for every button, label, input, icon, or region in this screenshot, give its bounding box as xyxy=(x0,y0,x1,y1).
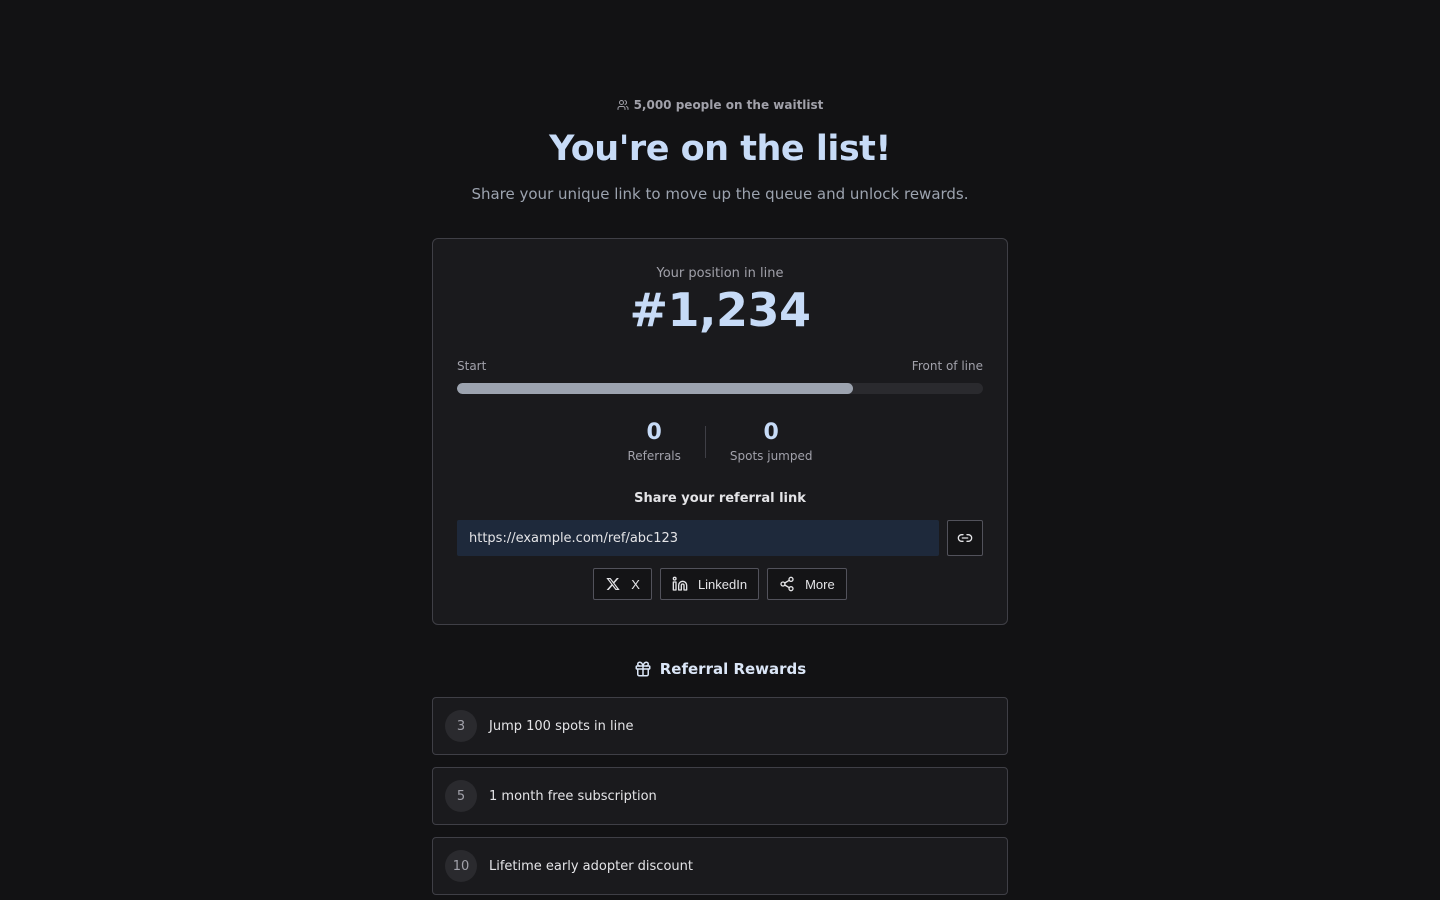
share-more-button[interactable]: More xyxy=(767,568,847,600)
waitlist-count: 5,000 people on the waitlist xyxy=(617,98,824,112)
spots-jumped-stat: 0 Spots jumped xyxy=(706,420,837,464)
progress-fill xyxy=(457,383,854,394)
waitlist-count-text: 5,000 people on the waitlist xyxy=(633,98,824,112)
reward-description: Jump 100 spots in line xyxy=(489,718,634,734)
linkedin-icon xyxy=(672,576,688,591)
position-number: #1,234 xyxy=(629,283,811,337)
position-card: Your position in line #1,234 Start Front… xyxy=(432,238,1008,625)
users-icon xyxy=(617,100,629,110)
spots-jumped-value: 0 xyxy=(763,420,779,445)
reward-item: 5 1 month free subscription xyxy=(432,767,1008,825)
share-linkedin-label: LinkedIn xyxy=(697,576,748,592)
reward-description: 1 month free subscription xyxy=(489,788,657,804)
referrals-value: 0 xyxy=(646,420,662,445)
gift-icon xyxy=(635,661,651,677)
link-icon xyxy=(957,534,973,542)
reward-count-badge: 3 xyxy=(445,710,477,742)
share-x-button[interactable]: X xyxy=(593,568,652,600)
referrals-stat: 0 Referrals xyxy=(604,420,705,464)
rewards-heading: Referral Rewards xyxy=(634,659,806,679)
progress-end-label: Front of line xyxy=(911,359,983,373)
page-title: You're on the list! xyxy=(549,129,891,169)
share-linkedin-button[interactable]: LinkedIn xyxy=(659,568,760,600)
copy-link-button[interactable] xyxy=(947,520,983,556)
stats-row: 0 Referrals 0 Spots jumped xyxy=(457,420,983,464)
reward-count-badge: 5 xyxy=(445,780,477,812)
reward-description: Lifetime early adopter discount xyxy=(489,858,693,874)
referral-link-row xyxy=(457,520,983,556)
share-heading: Share your referral link xyxy=(634,491,806,506)
referrals-label: Referrals xyxy=(627,449,681,463)
share-x-label: X xyxy=(631,576,640,592)
page-subtitle: Share your unique link to move up the qu… xyxy=(471,185,969,203)
progress-labels: Start Front of line xyxy=(457,359,983,373)
social-share-row: X LinkedIn More xyxy=(457,568,983,600)
reward-count-badge: 10 xyxy=(445,850,477,882)
rewards-list: 3 Jump 100 spots in line 5 1 month free … xyxy=(432,697,1008,900)
share-more-label: More xyxy=(805,576,835,592)
page: 5,000 people on the waitlist You're on t… xyxy=(0,0,1440,900)
referral-link-input[interactable] xyxy=(457,520,939,556)
progress-start-label: Start xyxy=(457,359,487,373)
x-logo-icon xyxy=(606,578,620,590)
reward-item: 3 Jump 100 spots in line xyxy=(432,697,1008,755)
position-label: Your position in line xyxy=(656,266,784,281)
spots-jumped-label: Spots jumped xyxy=(729,449,813,463)
reward-item: 10 Lifetime early adopter discount xyxy=(432,837,1008,895)
rewards-heading-text: Referral Rewards xyxy=(659,660,807,678)
progress-bar xyxy=(457,383,983,394)
share-icon xyxy=(780,576,794,592)
